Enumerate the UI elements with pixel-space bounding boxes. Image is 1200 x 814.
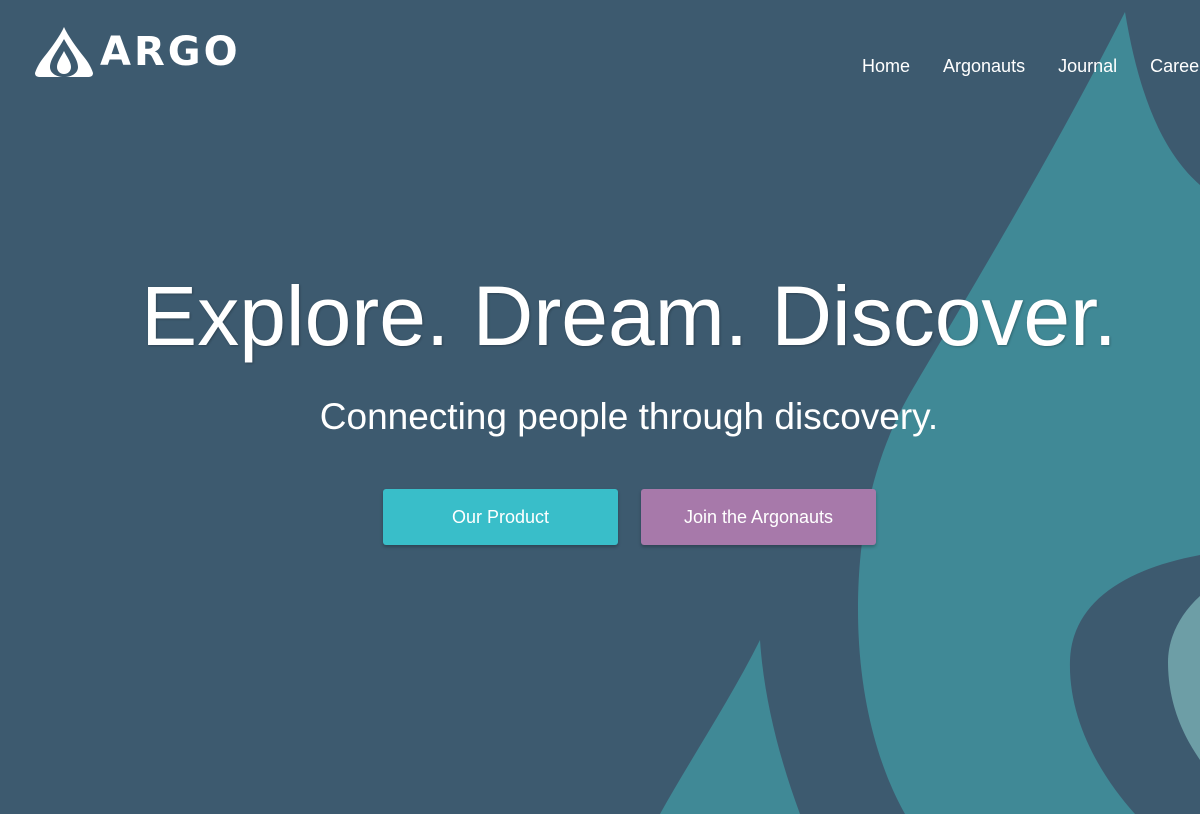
hero-headline: Explore. Dream. Discover.	[141, 269, 1117, 363]
join-argonauts-button[interactable]: Join the Argonauts	[641, 489, 876, 545]
hero-subheadline: Connecting people through discovery.	[319, 396, 939, 437]
brand-logo[interactable]: ARGO	[34, 26, 241, 78]
nav-link-careers[interactable]: Careers	[1150, 54, 1200, 78]
water-drop-icon	[35, 27, 93, 77]
brand-name: ARGO	[100, 29, 241, 75]
our-product-button[interactable]: Our Product	[383, 489, 618, 545]
nav-link-home[interactable]: Home	[862, 54, 910, 78]
main-nav: Home Argonauts Journal Careers	[862, 54, 1200, 78]
nav-link-argonauts[interactable]: Argonauts	[943, 54, 1025, 78]
nav-link-journal[interactable]: Journal	[1058, 54, 1117, 78]
hero-section: ARGO Home Argonauts Journal Careers Expl…	[0, 0, 1200, 814]
small-drop-shape	[660, 640, 800, 814]
